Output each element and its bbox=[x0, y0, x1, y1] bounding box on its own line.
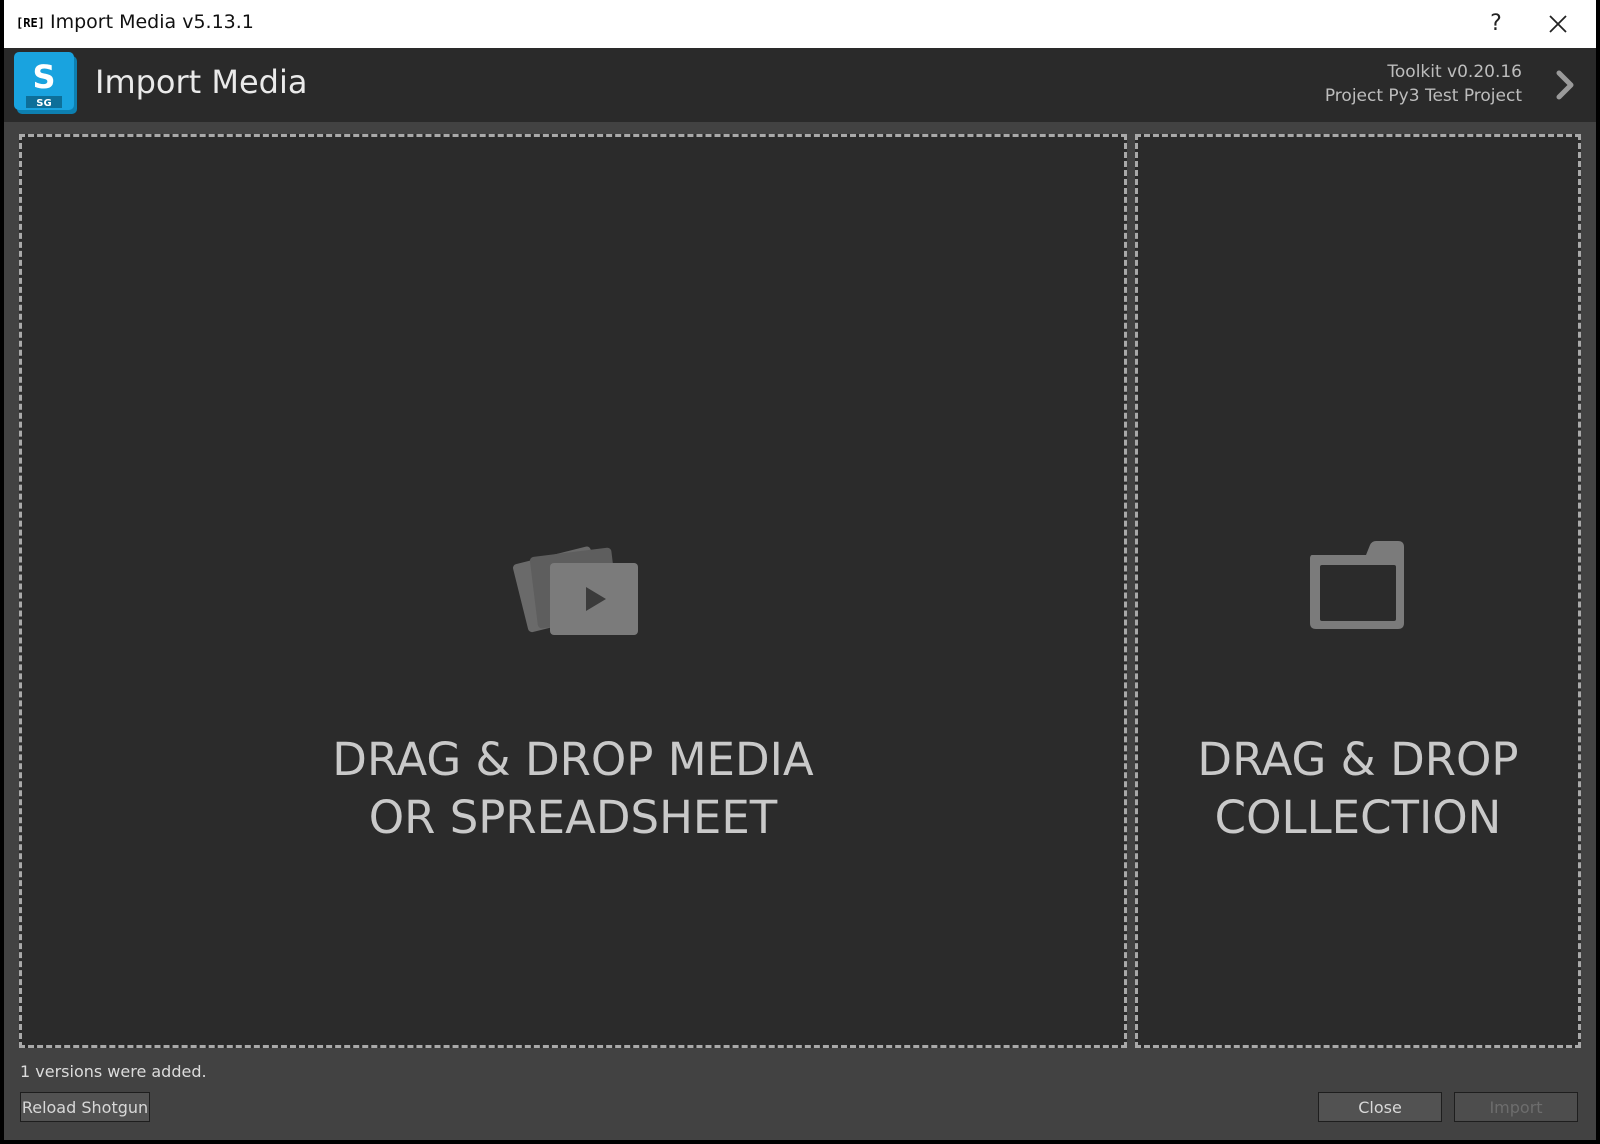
help-button[interactable]: ? bbox=[1476, 6, 1516, 42]
project-name: Project Py3 Test Project bbox=[1324, 86, 1522, 106]
toolkit-version: Toolkit v0.20.16 bbox=[1387, 62, 1522, 82]
media-drop-label: DRAG & DROP MEDIA OR SPREADSHEET bbox=[22, 731, 1124, 847]
media-drop-line1: DRAG & DROP MEDIA bbox=[332, 733, 814, 786]
details-toggle-button[interactable] bbox=[1552, 68, 1578, 102]
app-header: S SG Import Media Toolkit v0.20.16 Proje… bbox=[4, 48, 1596, 122]
status-message: 1 versions were added. bbox=[20, 1062, 207, 1081]
project-info: Toolkit v0.20.16 Project Py3 Test Projec… bbox=[1325, 60, 1522, 108]
import-button[interactable]: Import bbox=[1454, 1092, 1578, 1122]
chevron-right-icon bbox=[1556, 70, 1574, 100]
collection-drop-label: DRAG & DROP COLLECTION bbox=[1138, 731, 1578, 847]
collection-drop-line2: COLLECTION bbox=[1214, 791, 1502, 844]
app-title: Import Media bbox=[95, 63, 308, 101]
media-drop-line2: OR SPREADSHEET bbox=[368, 791, 778, 844]
logo-letter: S bbox=[32, 58, 55, 96]
window-title: Import Media v5.13.1 bbox=[50, 11, 254, 33]
import-media-window: [RE] Import Media v5.13.1 ? S SG Import … bbox=[4, 0, 1596, 1140]
media-stack-play-icon bbox=[512, 537, 642, 651]
collection-drop-zone[interactable]: DRAG & DROP COLLECTION bbox=[1135, 134, 1581, 1048]
shotgun-logo-icon: S SG bbox=[14, 52, 80, 116]
close-icon bbox=[1549, 15, 1567, 33]
folder-icon bbox=[1306, 539, 1410, 637]
window-close-button[interactable] bbox=[1536, 6, 1580, 42]
logo-sub: SG bbox=[36, 98, 51, 109]
window-badge: [RE] bbox=[16, 16, 45, 30]
title-bar: [RE] Import Media v5.13.1 ? bbox=[4, 0, 1596, 48]
reload-shotgun-button[interactable]: Reload Shotgun bbox=[20, 1092, 150, 1122]
media-drop-zone[interactable]: DRAG & DROP MEDIA OR SPREADSHEET bbox=[19, 134, 1127, 1048]
collection-drop-line1: DRAG & DROP bbox=[1197, 733, 1519, 786]
close-button[interactable]: Close bbox=[1318, 1092, 1442, 1122]
